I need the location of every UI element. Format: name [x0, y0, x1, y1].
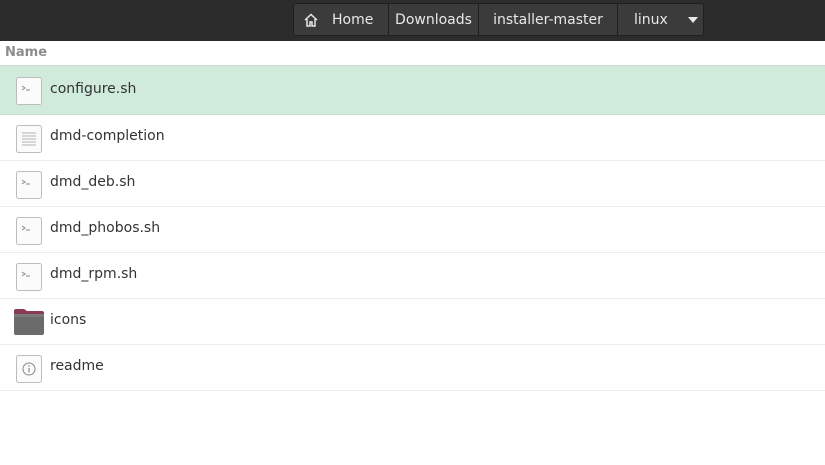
file-row-dmd-rpm-sh[interactable]: dmd_rpm.sh	[0, 253, 825, 299]
script-file-icon	[16, 263, 42, 291]
script-file-icon	[16, 217, 42, 245]
caret-down-icon[interactable]	[687, 16, 698, 23]
home-icon	[304, 12, 318, 27]
breadcrumb-downloads-label: Downloads	[395, 11, 472, 28]
column-header-label: Name	[5, 45, 48, 60]
text-file-icon	[16, 125, 42, 153]
breadcrumb-linux[interactable]: linux	[618, 4, 703, 35]
breadcrumb-installer-master[interactable]: installer-master	[479, 4, 618, 35]
script-file-icon	[16, 171, 42, 199]
file-name: dmd_deb.sh	[50, 174, 136, 190]
file-row-readme[interactable]: readme	[0, 345, 825, 391]
folder-icon	[14, 309, 44, 335]
file-row-icons[interactable]: icons	[0, 299, 825, 345]
file-row-dmd-deb-sh[interactable]: dmd_deb.sh	[0, 161, 825, 207]
file-name: configure.sh	[50, 81, 137, 97]
toolbar: Home Downloads installer-master linux	[0, 0, 825, 41]
breadcrumb-home-label: Home	[332, 11, 374, 28]
file-name: dmd_rpm.sh	[50, 266, 138, 282]
file-name: icons	[50, 312, 87, 328]
script-file-icon	[16, 77, 42, 105]
file-row-configure-sh[interactable]: configure.sh	[0, 66, 825, 115]
file-name: dmd_phobos.sh	[50, 220, 161, 236]
file-row-dmd-phobos-sh[interactable]: dmd_phobos.sh	[0, 207, 825, 253]
breadcrumb-linux-label: linux	[634, 11, 668, 28]
file-name: readme	[50, 358, 104, 374]
breadcrumb-downloads[interactable]: Downloads	[389, 4, 479, 35]
breadcrumb: Home Downloads installer-master linux	[293, 3, 704, 36]
file-list: configure.sh dmd-completion dmd_deb.sh d…	[0, 66, 825, 391]
file-row-dmd-completion[interactable]: dmd-completion	[0, 115, 825, 161]
breadcrumb-installer-master-label: installer-master	[493, 11, 603, 28]
breadcrumb-home[interactable]: Home	[294, 4, 389, 35]
column-header-name[interactable]: Name	[0, 41, 825, 66]
file-name: dmd-completion	[50, 128, 165, 144]
info-file-icon	[16, 355, 42, 383]
